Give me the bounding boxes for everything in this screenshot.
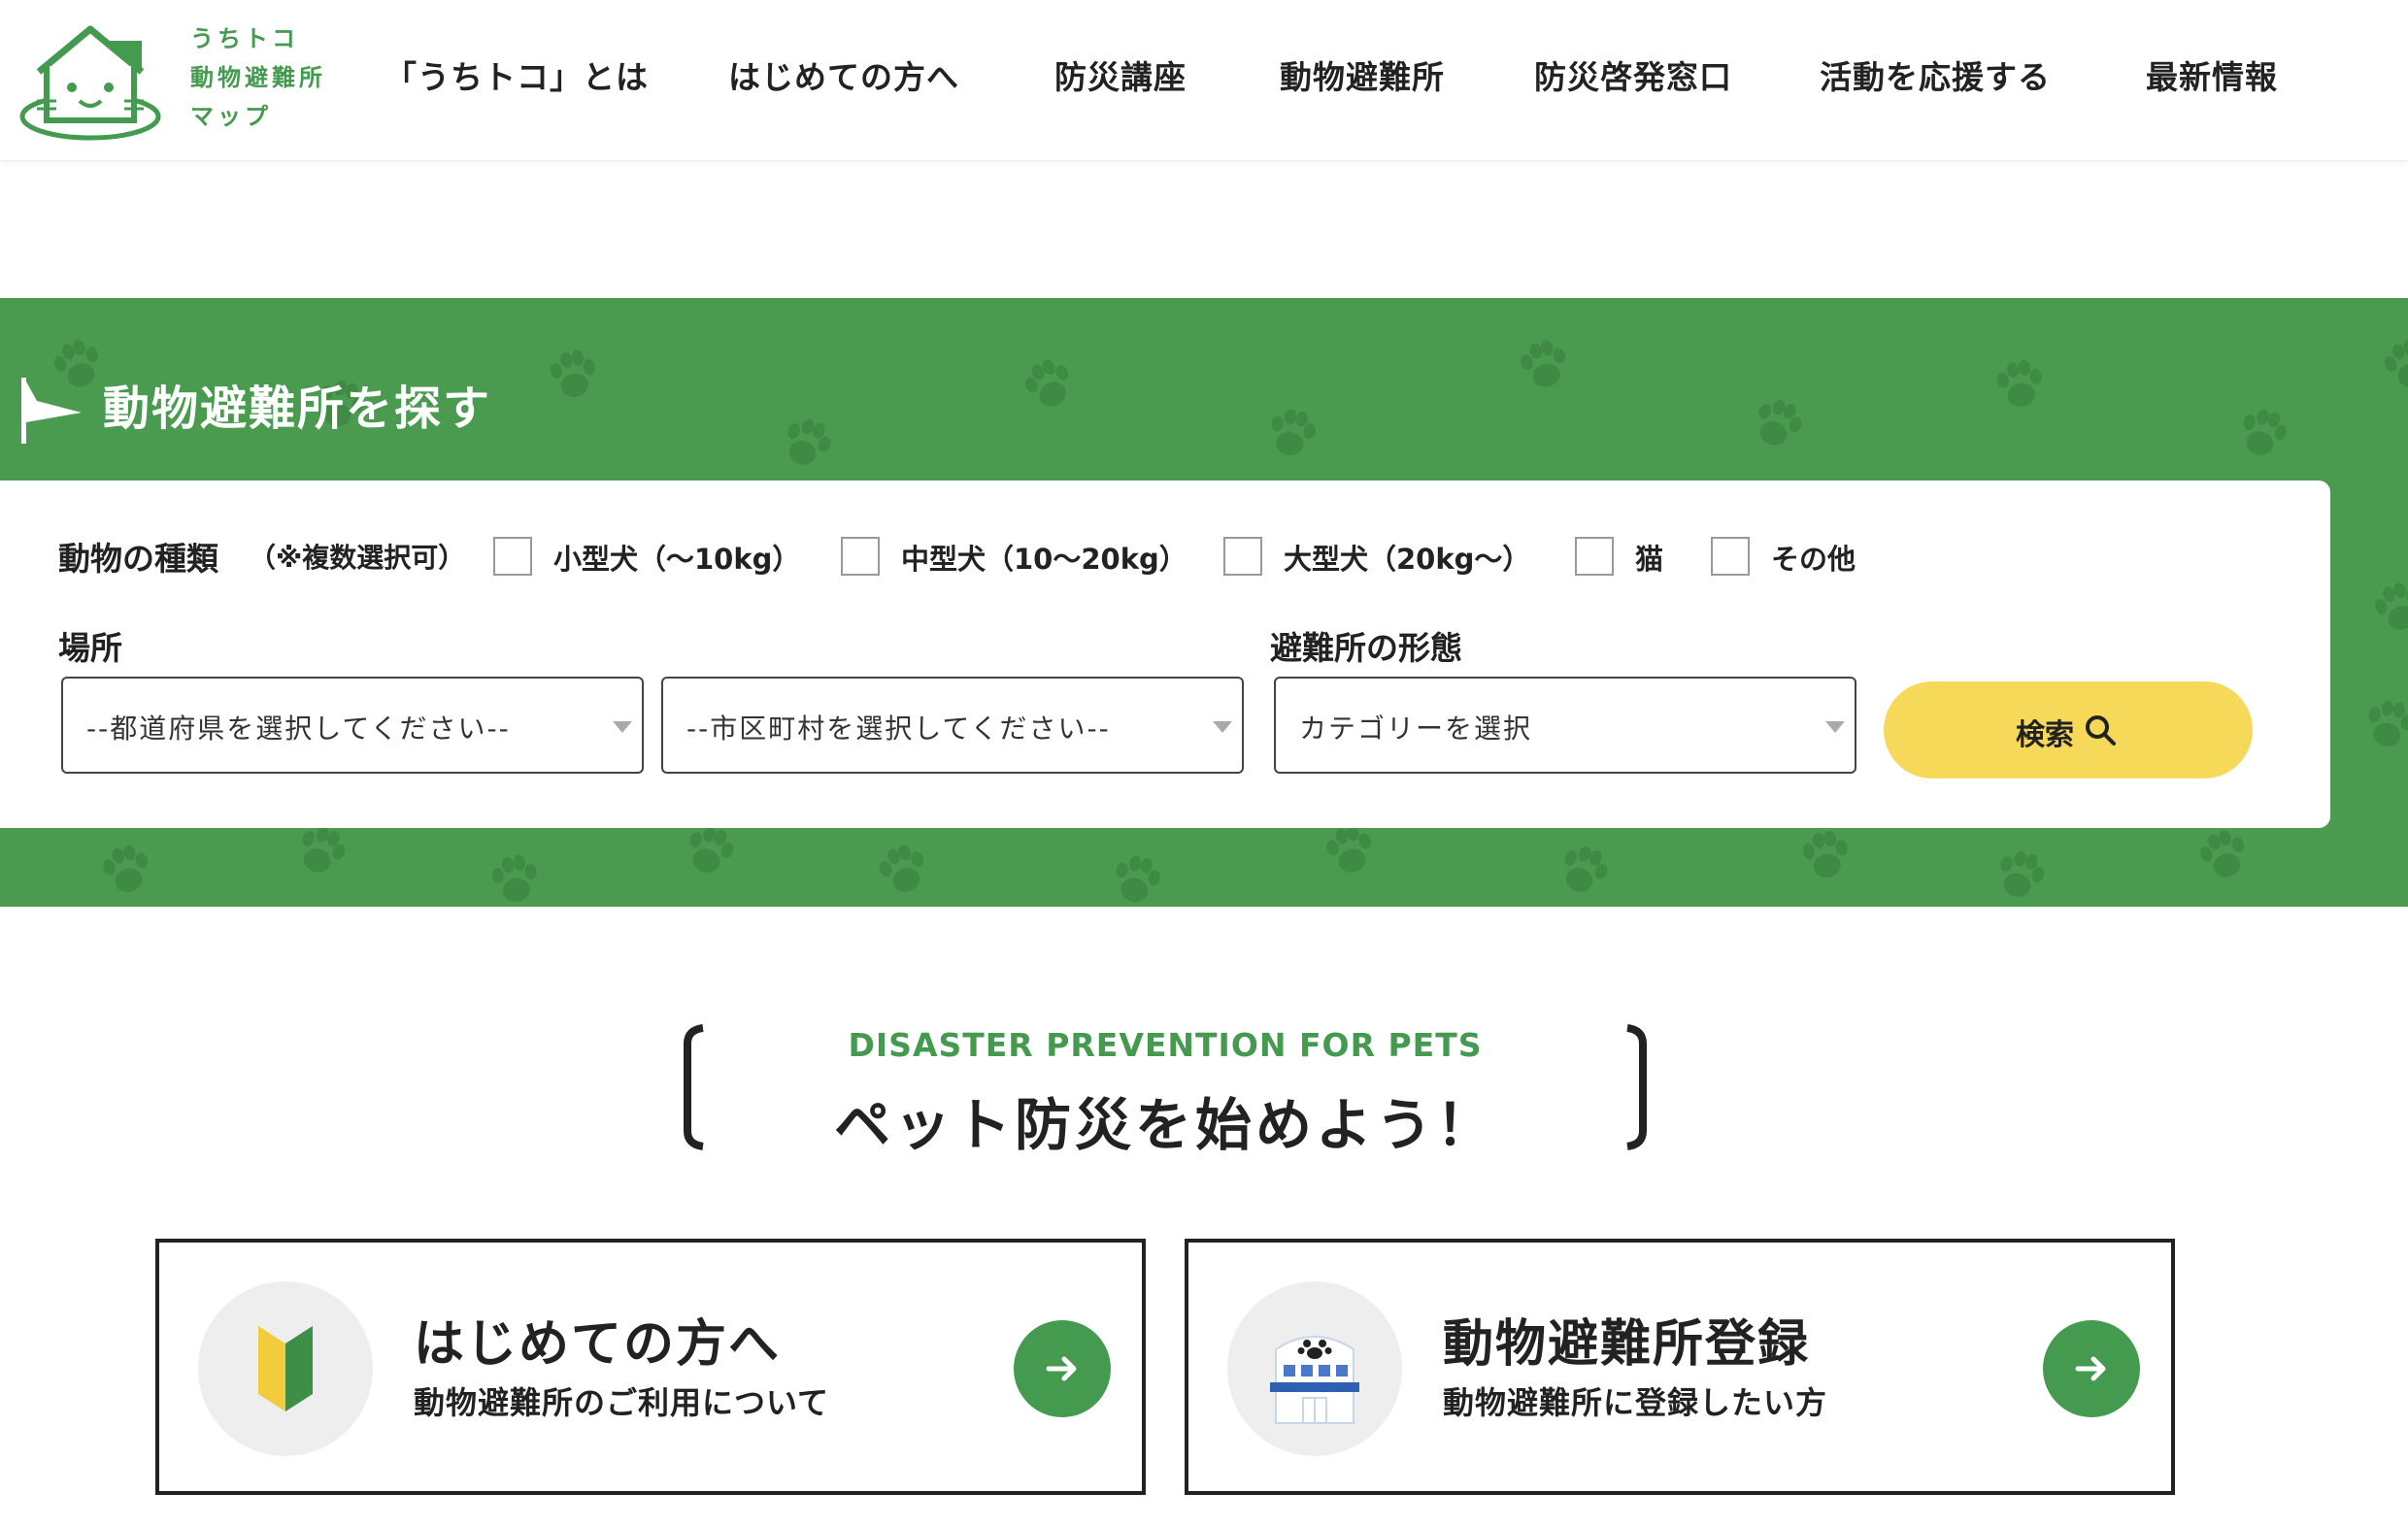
checkbox-label: その他: [1771, 543, 1856, 576]
paw-print-icon: [1758, 399, 1802, 446]
section-title: ペット防災を始めよう！: [833, 1092, 1496, 1158]
search-button-label: 検索: [2016, 718, 2074, 752]
city-select[interactable]: --市区町村を選択してください--: [661, 677, 1244, 774]
paw-print-icon: [2374, 582, 2408, 630]
shelter-search-section: 動物避難所を探す 動物の種類 （※複数選択可） 小型犬（〜10kg） 中型犬（1…: [0, 298, 2408, 907]
paw-print-icon: [1116, 855, 1160, 902]
paw-print-icon: [491, 854, 537, 902]
paw-print-icon: [2243, 409, 2288, 455]
multiple-select-note: （※複数選択可）: [249, 542, 466, 574]
nav-item-seminar[interactable]: 防災講座: [1054, 50, 1187, 105]
card-subtitle: 動物避難所に登録したい方: [1443, 1384, 1828, 1421]
arrow-right-icon[interactable]: [2043, 1320, 2140, 1417]
paw-print-icon: [550, 349, 595, 397]
shelter-building-icon: [1270, 1336, 1359, 1424]
paw-print-icon: [879, 845, 924, 892]
paw-print-icon: [1271, 409, 1316, 455]
checkbox-label: 小型犬（〜10kg）: [553, 543, 801, 576]
checkbox-box[interactable]: [1223, 537, 1262, 576]
chevron-down-icon: [1825, 721, 1845, 733]
location-label: 場所: [58, 629, 122, 667]
nav-item-beginners[interactable]: はじめての方へ: [728, 50, 959, 105]
paw-print-icon: [2368, 700, 2408, 746]
category-select-value: カテゴリーを選択: [1299, 713, 1533, 745]
search-form: 動物の種類 （※複数選択可） 小型犬（〜10kg） 中型犬（10〜20kg） 大…: [0, 481, 2330, 828]
arrow-right-icon[interactable]: [1014, 1320, 1111, 1417]
paw-print-icon: [787, 418, 831, 465]
checkbox-label: 猫: [1635, 543, 1664, 576]
city-select-value: --市区町村を選択してください--: [686, 713, 1111, 745]
search-button[interactable]: 検索: [1884, 681, 2253, 779]
paw-print-icon: [2384, 340, 2408, 387]
prefecture-select[interactable]: --都道府県を選択してください--: [61, 677, 644, 774]
checkbox-label: 大型犬（20kg〜）: [1284, 543, 1531, 576]
nav-item-about[interactable]: 「うちトコ」とは: [385, 50, 649, 105]
paw-print-icon: [2000, 850, 2045, 897]
section-subtitle: DISASTER PREVENTION FOR PETS: [848, 1026, 1483, 1064]
beginner-leaf-icon: [258, 1326, 313, 1411]
chevron-down-icon: [613, 721, 632, 733]
card-title: 動物避難所登録: [1443, 1315, 1811, 1374]
global-nav: 「うちトコ」とは はじめての方へ 防災講座 動物避難所 防災啓発窓口 活動を応援…: [0, 50, 2408, 105]
search-icon: [2086, 715, 2116, 746]
nav-item-news[interactable]: 最新情報: [2146, 50, 2278, 105]
checkbox-box[interactable]: [1711, 537, 1750, 576]
paw-print-icon: [103, 845, 148, 892]
chevron-down-icon: [1213, 721, 1232, 733]
checkbox-box[interactable]: [493, 537, 532, 576]
card-icon-circle: [1227, 1281, 1402, 1456]
nav-item-awareness-desk[interactable]: 防災啓発窓口: [1534, 50, 1732, 105]
category-select[interactable]: カテゴリーを選択: [1274, 677, 1856, 774]
animal-type-label: 動物の種類: [58, 540, 218, 578]
nav-item-shelters[interactable]: 動物避難所: [1280, 50, 1445, 105]
paw-print-icon: [2199, 830, 2245, 878]
paw-print-icon: [1996, 359, 2042, 407]
paw-print-icon: [1802, 830, 1848, 878]
shelter-type-label: 避難所の形態: [1270, 629, 1462, 667]
paw-print-icon: [1521, 340, 1565, 387]
card-title: はじめての方へ: [414, 1315, 782, 1374]
nav-item-support[interactable]: 活動を応援する: [1820, 50, 2051, 105]
site-header: うちトコ 動物避難所 マップ 「うちトコ」とは はじめての方へ 防災講座 動物避…: [0, 0, 2408, 161]
search-title: 動物避難所を探す: [103, 382, 492, 436]
card-icon-circle: [198, 1281, 373, 1456]
checkbox-box[interactable]: [1575, 537, 1614, 576]
flag-icon: [21, 378, 82, 444]
prefecture-select-value: --都道府県を選択してください--: [86, 713, 511, 745]
checkbox-label: 中型犬（10〜20kg）: [901, 543, 1187, 576]
card-subtitle: 動物避難所のご利用について: [414, 1384, 830, 1421]
paw-print-icon: [1024, 359, 1069, 407]
checkbox-box[interactable]: [841, 537, 880, 576]
beginners-card[interactable]: はじめての方へ 動物避難所のご利用について: [155, 1239, 1146, 1495]
shelter-registration-card[interactable]: 動物避難所登録 動物避難所に登録したい方: [1185, 1239, 2175, 1495]
paw-print-icon: [1564, 846, 1608, 892]
